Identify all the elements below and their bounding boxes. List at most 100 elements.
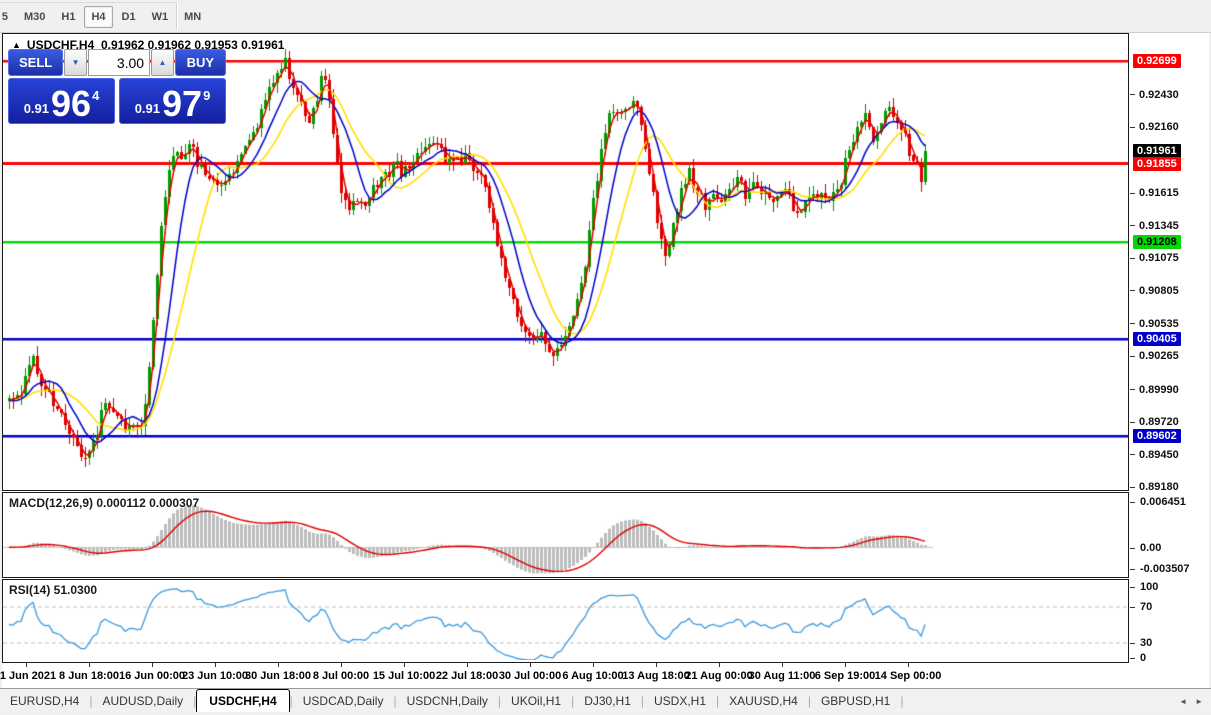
- toolbar-divider: [0, 2, 176, 3]
- timeframe-toolbar: 5M30H1H4D1W1MN: [0, 0, 1211, 33]
- buy-price-prefix: 0.91: [135, 101, 160, 116]
- price-tick-mark: [1130, 225, 1135, 226]
- price-tick-label: 0.91345: [1139, 220, 1179, 232]
- price-tick-label: 0.89180: [1139, 481, 1179, 493]
- chart-tab-eurusd[interactable]: EURUSD,H4: [0, 690, 89, 713]
- time-tick-mark: [908, 663, 909, 667]
- chart-tab-usdx[interactable]: USDX,H1: [644, 690, 716, 713]
- time-tick-mark: [845, 663, 846, 667]
- time-tick-mark: [89, 663, 90, 667]
- sell-price-main: 96: [51, 89, 91, 119]
- buy-price-display[interactable]: 0.91979: [119, 78, 226, 124]
- time-tick-label: 21 Aug 00:00: [685, 670, 752, 682]
- price-scale-tick: 0.89990: [1130, 383, 1179, 396]
- time-tick-label: 16 Jun 00:00: [119, 670, 185, 682]
- timeframe-button-d1[interactable]: D1: [115, 6, 143, 28]
- chart-tab-gbpusd[interactable]: GBPUSD,H1: [811, 690, 900, 713]
- price-tick-mark: [1130, 487, 1135, 488]
- price-tick-mark: [1130, 323, 1135, 324]
- rsi-scale-label: 30: [1140, 637, 1152, 649]
- time-tick-mark: [26, 663, 27, 667]
- price-tick-mark: [1130, 193, 1135, 194]
- price-tick-mark: [1130, 290, 1135, 291]
- price-scale-tick: 0.89180: [1130, 481, 1179, 494]
- buy-price-pip: 9: [203, 88, 210, 103]
- price-tick-label: 0.90265: [1139, 350, 1179, 362]
- tabs-scroll-right-icon[interactable]: ►: [1195, 697, 1203, 706]
- time-tick-mark: [530, 663, 531, 667]
- chart-tab-ukoil[interactable]: UKOil,H1: [501, 690, 571, 713]
- rsi-label: RSI(14) 51.0300: [9, 583, 97, 597]
- macd-scale-label: 0.006451: [1140, 496, 1186, 508]
- time-tick-label: 8 Jul 00:00: [313, 670, 369, 682]
- rsi-scale-label: 70: [1140, 601, 1152, 613]
- time-tick-label: 30 Aug 11:00: [749, 670, 816, 682]
- price-tick-label: 0.89450: [1139, 449, 1179, 461]
- timeframe-button-m30[interactable]: M30: [17, 6, 52, 28]
- price-tick-label: 0.91075: [1139, 252, 1179, 264]
- price-tick-label: 0.90535: [1139, 318, 1179, 330]
- time-tick-mark: [278, 663, 279, 667]
- sell-price-pip: 4: [92, 88, 99, 103]
- chart-tab-dj30[interactable]: DJ30,H1: [574, 690, 641, 713]
- chart-window: ▲USDCHF,H4 0.91962 0.91962 0.91953 0.919…: [2, 33, 1209, 688]
- time-tick-mark: [341, 663, 342, 667]
- indicator-tick-mark: [1130, 607, 1135, 608]
- sell-price-display[interactable]: 0.91964: [8, 78, 115, 124]
- volume-increase-button[interactable]: ▲: [151, 49, 174, 76]
- price-tick-mark: [1130, 127, 1135, 128]
- timeframe-button-h1[interactable]: H1: [54, 6, 82, 28]
- time-tick-label: 6 Sep 19:00: [815, 670, 876, 682]
- time-tick-mark: [656, 663, 657, 667]
- rsi-canvas[interactable]: [3, 580, 1128, 660]
- price-tick-label: 0.91615: [1139, 187, 1179, 199]
- chart-tab-usdchf[interactable]: USDCHF,H4: [196, 689, 289, 714]
- price-scale-tick: 0.89450: [1130, 448, 1179, 461]
- time-tick-label: 23 Jun 10:00: [182, 670, 248, 682]
- price-tick-label: 0.92160: [1139, 121, 1179, 133]
- price-tick-mark: [1130, 389, 1135, 390]
- indicator-tick-mark: [1130, 569, 1135, 570]
- price-level-badge: 0.91208: [1133, 235, 1181, 249]
- volume-input[interactable]: 3.00: [88, 49, 150, 76]
- chart-tab-audusd[interactable]: AUDUSD,Daily: [92, 690, 193, 713]
- price-level-badge: 0.91855: [1133, 157, 1181, 171]
- time-tick-label: 14 Sep 00:00: [875, 670, 942, 682]
- timeframe-buttons: 5M30H1H4D1W1MN: [0, 5, 209, 29]
- sell-price-prefix: 0.91: [24, 101, 49, 116]
- time-tick-label: 6 Aug 10:00: [562, 670, 623, 682]
- timeframe-button-mn[interactable]: MN: [177, 6, 208, 28]
- one-click-trade-panel: SELL ▼ 3.00 ▲ BUY 0.91964 0.91979: [8, 49, 226, 124]
- indicator-tick-mark: [1130, 658, 1135, 659]
- chart-tab-usdcnh[interactable]: USDCNH,Daily: [397, 690, 498, 713]
- price-tick-mark: [1130, 422, 1135, 423]
- macd-indicator-panel: MACD(12,26,9) 0.000112 0.000307: [2, 492, 1129, 578]
- timeframe-button-5[interactable]: 5: [0, 6, 15, 28]
- price-scale-tick: 0.92430: [1130, 88, 1179, 101]
- price-level-badge: 0.89602: [1133, 429, 1181, 443]
- time-tick-mark: [152, 663, 153, 667]
- price-scale-tick: 0.90535: [1130, 317, 1179, 330]
- time-tick-mark: [782, 663, 783, 667]
- price-tick-label: 0.89720: [1139, 416, 1179, 428]
- price-tick-mark: [1130, 94, 1135, 95]
- price-scale-tick: 0.89720: [1130, 416, 1179, 429]
- sell-button[interactable]: SELL: [8, 49, 63, 76]
- price-scale-tick: 0.91345: [1130, 219, 1179, 232]
- time-tick-mark: [719, 663, 720, 667]
- indicator-tick-mark: [1130, 548, 1135, 549]
- tabs-scroll-left-icon[interactable]: ◄: [1179, 697, 1187, 706]
- buy-button[interactable]: BUY: [175, 49, 226, 76]
- volume-decrease-button[interactable]: ▼: [64, 49, 87, 76]
- time-tick-mark: [467, 663, 468, 667]
- chart-tab-xauusd[interactable]: XAUUSD,H4: [719, 690, 808, 713]
- time-tick-label: 8 Jun 18:00: [59, 670, 119, 682]
- timeframe-button-h4[interactable]: H4: [84, 6, 112, 28]
- chart-tab-usdcad[interactable]: USDCAD,Daily: [293, 690, 394, 713]
- time-tick-label: 1 Jun 2021: [0, 670, 56, 682]
- rsi-indicator-panel: RSI(14) 51.0300: [2, 579, 1129, 663]
- price-scale-tick: 0.91075: [1130, 252, 1179, 265]
- timeframe-button-w1[interactable]: W1: [145, 6, 176, 28]
- time-tick-mark: [215, 663, 216, 667]
- time-tick-label: 15 Jul 10:00: [373, 670, 435, 682]
